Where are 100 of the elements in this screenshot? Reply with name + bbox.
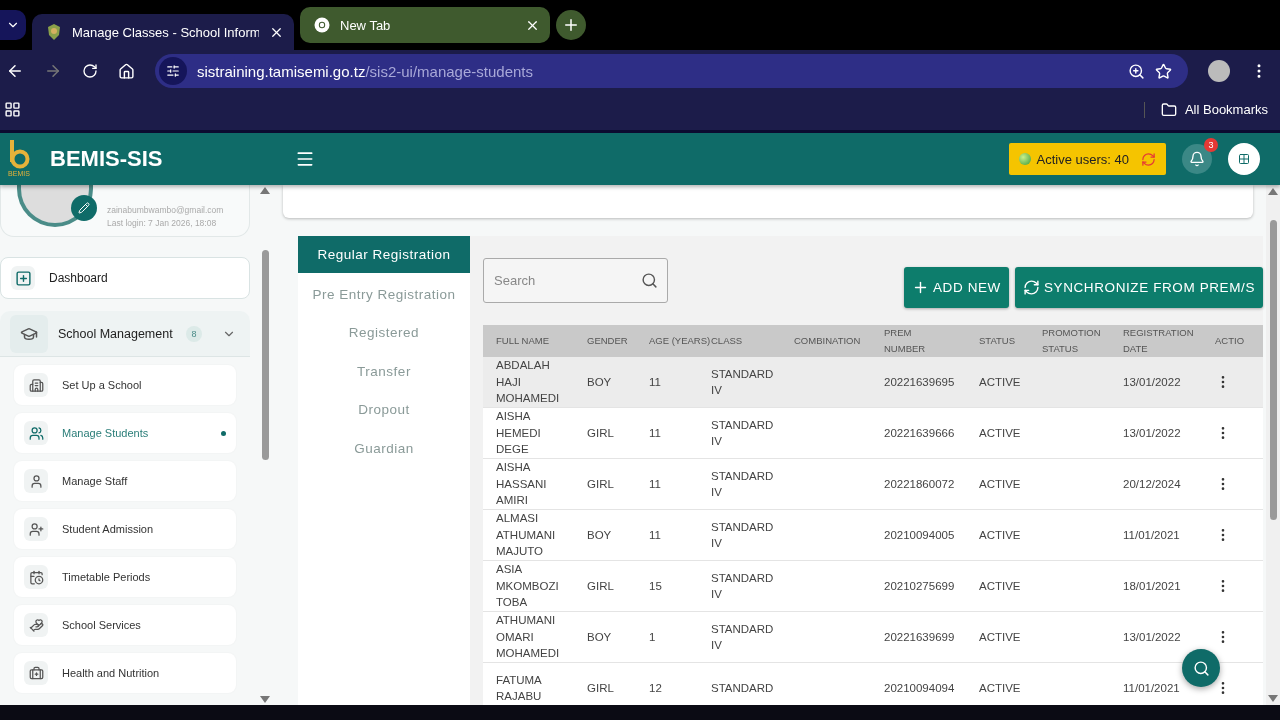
sidebar-item[interactable]: Student Admission: [14, 509, 236, 549]
sidebar-item[interactable]: Set Up a School: [14, 365, 236, 405]
add-person-icon: [24, 517, 48, 541]
medical-kit-icon: [24, 661, 48, 685]
table-cell-text: STANDARD IV: [711, 468, 774, 500]
tab-menu-button[interactable]: [0, 10, 26, 40]
all-bookmarks-link[interactable]: All Bookmarks: [1184, 102, 1268, 117]
table-cell-text: FATUMA RAJABU: [496, 672, 542, 704]
table-cell-text: 20210094094: [884, 680, 956, 696]
people-icon: [24, 421, 48, 445]
registration-tab[interactable]: Regular Registration: [298, 236, 470, 273]
table-cell-text: ACTIVE: [979, 629, 1022, 645]
table-cell-text: ACTIVE: [979, 527, 1022, 543]
active-users-text: Active users: 40: [1036, 151, 1129, 167]
table-row[interactable]: FATUMA RAJABU GIRL 12 STANDARD 20210094094 ACTIVE 11/01/2021: [483, 663, 1263, 705]
plus-icon: [562, 16, 580, 34]
search-icon[interactable]: [641, 272, 658, 289]
dashboard-item[interactable]: Dashboard: [0, 257, 250, 299]
back-icon[interactable]: [6, 62, 24, 80]
menu-icon[interactable]: [295, 149, 315, 169]
browser-tab[interactable]: Manage Classes - School Inform: [32, 14, 294, 50]
table-cell-text: 18/01/2021: [1123, 578, 1182, 594]
table-cell-text: 20221639695: [884, 374, 956, 390]
active-users-badge[interactable]: Active users: 40: [1008, 143, 1166, 175]
sidebar-item[interactable]: School Services: [14, 605, 236, 645]
table-row[interactable]: AISHA HASSANI AMIRI GIRL 11 STANDARD IV 20221860072 ACTIVE 20/12/2024: [483, 459, 1263, 510]
scrollbar-thumb[interactable]: [1269, 220, 1277, 520]
table-cell-text: 13/01/2022: [1123, 629, 1182, 645]
column-header: REGISTRATION DATE: [1123, 326, 1193, 356]
profile-avatar[interactable]: [1208, 60, 1230, 82]
table-cell-text: 11/01/2021: [1123, 680, 1181, 696]
logo-icon: [8, 140, 30, 170]
sync-icon: [1022, 279, 1040, 296]
table-row[interactable]: ATHUMANI OMARI MOHAMEDI BOY 1 STANDARD IV 20221639699 ACTIVE 13/01/2022: [483, 612, 1263, 663]
folder-icon: [1160, 101, 1177, 118]
table-cell-text: ACTIVE: [979, 425, 1022, 441]
table-cell-text: ASIA MKOMBOZI TOBA: [496, 562, 559, 611]
table-cell-text: 11: [649, 476, 662, 492]
table-cell-text: STANDARD IV: [711, 570, 774, 602]
table-cell-text: ACTIVE: [979, 476, 1022, 492]
table-row[interactable]: ALMASI ATHUMANI MAJUTO BOY 11 STANDARD IV 20210094005 ACTIVE 11/01/2021: [483, 510, 1263, 561]
table-cell-text: ABDALAH HAJI MOHAMEDI: [496, 358, 560, 407]
edit-profile-button[interactable]: [71, 195, 97, 221]
graduation-cap-icon: [10, 314, 48, 353]
table-row[interactable]: ABDALAH HAJI MOHAMEDI BOY 11 STANDARD IV 20221639695 ACTIVE 13/01/2022: [483, 357, 1263, 408]
reload-icon[interactable]: [82, 63, 98, 79]
column-header: COMBINATION: [794, 334, 862, 348]
apps-icon[interactable]: [4, 101, 21, 118]
add-new-button[interactable]: ADD NEW: [904, 267, 1009, 308]
sidebar-item[interactable]: Manage Staff: [14, 461, 236, 501]
site-settings-icon[interactable]: [159, 57, 187, 85]
search-field[interactable]: Search: [483, 258, 668, 303]
table-cell-text: ALMASI ATHUMANI MAJUTO: [496, 511, 556, 560]
notification-count: 3: [1204, 138, 1218, 152]
scroll-up-arrow-icon[interactable]: [1268, 188, 1278, 195]
plus-icon: [912, 279, 929, 296]
person-icon: [24, 469, 48, 493]
active-dot: [221, 430, 226, 436]
table-row[interactable]: ASIA MKOMBOZI TOBA GIRL 15 STANDARD IV 20210275699 ACTIVE 18/01/2021: [483, 561, 1263, 612]
home-icon[interactable]: [118, 62, 135, 80]
table-cell-text: STANDARD IV: [711, 519, 774, 551]
column-header: FULL NAME: [496, 334, 550, 348]
table-cell-text: GIRL: [587, 578, 615, 594]
column-header: PREM NUMBER: [884, 326, 927, 356]
table-cell-text: STANDARD: [711, 680, 774, 696]
table-cell-text: 20/12/2024: [1123, 476, 1182, 492]
sidebar-item[interactable]: Manage Students: [14, 413, 236, 453]
new-tab-button[interactable]: [556, 10, 586, 40]
profile-email: zainabumbwambo@gmail.com: [107, 205, 224, 215]
globe-icon: [1018, 153, 1031, 165]
table-cell-text: 13/01/2022: [1123, 374, 1182, 390]
school-management-group[interactable]: School Management 8: [0, 311, 250, 357]
table-cell-text: AISHA HEMEDI DEGE: [496, 409, 541, 458]
sidebar-item[interactable]: Health and Nutrition: [14, 653, 236, 693]
column-header: STATUS: [979, 334, 1017, 348]
refresh-icon[interactable]: [1141, 151, 1156, 167]
scroll-up-arrow-icon[interactable]: [260, 187, 270, 194]
notifications-button[interactable]: [1182, 144, 1212, 174]
table-cell-text: ACTIVE: [979, 578, 1022, 594]
table-row[interactable]: AISHA HEMEDI DEGE GIRL 11 STANDARD IV 20221639666 ACTIVE 13/01/2022: [483, 408, 1263, 459]
apps-button[interactable]: [1228, 143, 1260, 175]
forward-icon[interactable]: [44, 62, 62, 80]
address-bar[interactable]: sistraining.tamisemi.go.tz/sis2-ui/manage-students: [155, 54, 1188, 88]
scrollbar-thumb[interactable]: [261, 250, 269, 460]
column-header: CLASS: [711, 334, 744, 348]
table-cell-text: GIRL: [587, 476, 615, 492]
app-title: BEMIS-SIS: [50, 146, 164, 172]
column-header: AGE (YEARS): [649, 334, 711, 348]
column-header: ACTIO: [1215, 334, 1246, 348]
browser-tab[interactable]: New Tab: [300, 7, 550, 43]
synchronize-button[interactable]: SYNCHRONIZE FROM PREM/S: [1014, 267, 1263, 308]
crest-icon: [46, 23, 62, 41]
zoom-icon[interactable]: [1128, 62, 1145, 80]
table-cell-text: 20221860072: [884, 476, 956, 492]
calendar-clock-icon: [24, 565, 48, 589]
table-cell-text: BOY: [587, 374, 613, 390]
bookmark-star-icon[interactable]: [1155, 62, 1172, 80]
table-cell-text: BOY: [587, 629, 613, 645]
table-cell-text: GIRL: [587, 425, 615, 441]
sidebar-item[interactable]: Timetable Periods: [14, 557, 236, 597]
